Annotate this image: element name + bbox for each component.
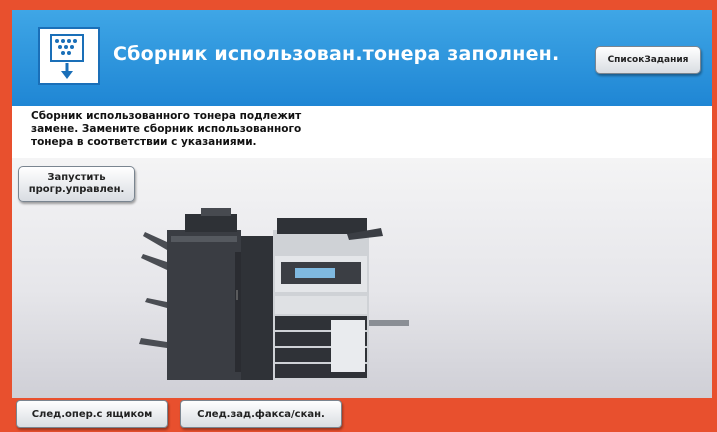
launch-guidance-button[interactable]: Запустить прогр.управлен. bbox=[18, 166, 135, 202]
multifunction-printer-icon bbox=[125, 192, 425, 392]
alert-title: Сборник использован.тонера заполнен. bbox=[113, 43, 560, 65]
message-line-2: замене. Замените сборник использованного bbox=[31, 123, 302, 135]
job-list-button[interactable]: СписокЗадания bbox=[595, 46, 701, 74]
launch-guidance-label-1: Запустить bbox=[47, 172, 106, 183]
alert-header: Сборник использован.тонера заполнен. Спи… bbox=[12, 10, 712, 106]
next-fax-scan-job-button[interactable]: След.зад.факса/скан. bbox=[180, 400, 342, 428]
next-box-operation-button[interactable]: След.опер.с ящиком bbox=[16, 400, 168, 428]
message-line-1: Сборник использованного тонера подлежит bbox=[31, 110, 302, 122]
message-line-3: тонера в соответствии с указаниями. bbox=[31, 136, 257, 148]
alert-message-text: Сборник использованного тонера подлежит … bbox=[31, 110, 361, 149]
launch-guidance-label-2: прогр.управлен. bbox=[28, 184, 125, 195]
alert-message: Сборник использованного тонера подлежит … bbox=[12, 106, 712, 158]
toner-waste-box-icon bbox=[38, 27, 100, 85]
